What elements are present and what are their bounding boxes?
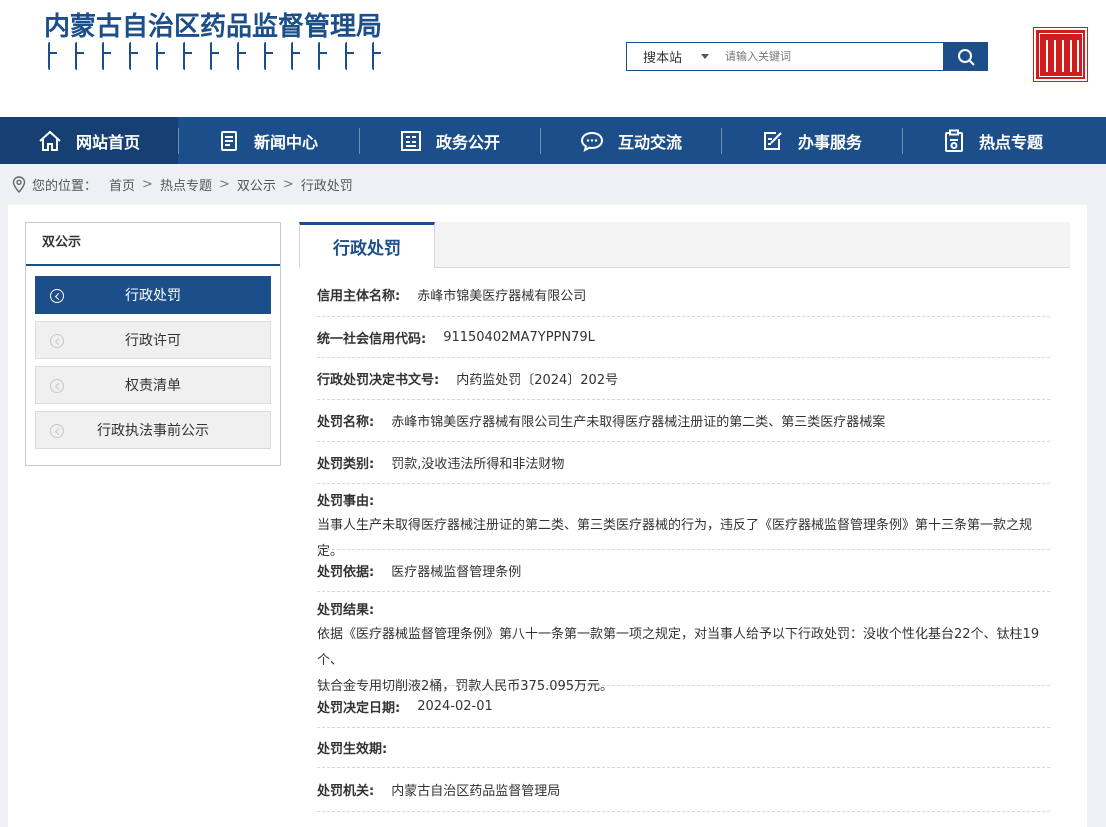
seal-logo <box>1033 27 1088 82</box>
breadcrumb-item-double-publicity[interactable]: 双公示 <box>237 175 276 194</box>
field-value: 赤峰市锦美医疗器械有限公司 <box>417 288 587 304</box>
field-penalty-reason: 处罚事由: 当事人生产未取得医疗器械注册证的第二类、第三类医疗器械的行为，违反了… <box>317 484 1050 559</box>
field-value: 内蒙古自治区药品监督管理局 <box>391 784 561 799</box>
news-icon <box>220 130 240 152</box>
nav-label: 互动交流 <box>617 132 682 152</box>
field-label: 处罚生效期: <box>317 742 388 757</box>
field-label: 处罚依据: <box>317 565 375 580</box>
edit-icon <box>762 130 784 152</box>
penalty-details: 信用主体名称: 赤峰市锦美医疗器械有限公司 统一社会信用代码: 91150402… <box>299 268 1070 812</box>
main-nav: 网站首页 新闻中心 政务公开 互动交流 办事服务 热点专题 <box>0 117 1106 164</box>
field-label: 处罚决定日期: <box>317 701 401 716</box>
field-label: 处罚结果: <box>317 603 375 618</box>
breadcrumb-separator: > <box>218 176 230 192</box>
field-label: 行政处罚决定书文号: <box>317 373 440 388</box>
field-credit-code: 统一社会信用代码: 91150402MA7YPPN79L <box>317 317 1050 358</box>
field-label: 处罚事由: <box>317 494 375 509</box>
nav-label: 办事服务 <box>797 132 862 152</box>
field-effective-date: 处罚生效期: <box>317 728 1050 768</box>
sidebar-item-label: 行政许可 <box>125 333 181 349</box>
breadcrumb: 您的位置： 首页 > 热点专题 > 双公示 > 行政处罚 <box>12 173 353 195</box>
nav-item-home[interactable]: 网站首页 <box>0 117 178 164</box>
sidebar: 双公示 行政处罚 行政许可 权责清单 行政执法事前公示 <box>25 222 281 466</box>
location-pin-icon <box>12 175 26 193</box>
field-penalty-basis: 处罚依据: 医疗器械监督管理条例 <box>317 550 1050 592</box>
breadcrumb-item-current[interactable]: 行政处罚 <box>301 175 353 194</box>
field-value: 罚款,没收违法所得和非法财物 <box>391 457 565 472</box>
field-authority: 处罚机关: 内蒙古自治区药品监督管理局 <box>317 768 1050 812</box>
nav-label: 新闻中心 <box>253 132 318 152</box>
search-icon <box>957 48 974 65</box>
nav-item-interaction[interactable]: 互动交流 <box>541 117 721 164</box>
sidebar-item-power-list[interactable]: 权责清单 <box>35 366 271 404</box>
field-penalty-result: 处罚结果: 依据《医疗器械监督管理条例》第八十一条第一款第一项之规定，对当事人给… <box>317 592 1050 694</box>
site-title[interactable]: 内蒙古自治区药品监督管理局 <box>44 6 382 43</box>
site-header: 内蒙古自治区药品监督管理局 搜本站 <box>0 0 1106 117</box>
field-label: 统一社会信用代码: <box>317 331 427 347</box>
field-value: 2024-02-01 <box>417 699 493 714</box>
chevron-down-icon <box>701 54 709 59</box>
search-scope-label: 搜本站 <box>643 51 683 66</box>
sidebar-item-administrative-penalty[interactable]: 行政处罚 <box>35 276 271 314</box>
search-button[interactable] <box>943 42 988 71</box>
field-penalty-name: 处罚名称: 赤峰市锦美医疗器械有限公司生产未取得医疗器械注册证的第二类、第三类医… <box>317 400 1050 442</box>
content-area: 行政处罚 信用主体名称: 赤峰市锦美医疗器械有限公司 统一社会信用代码: 911… <box>299 222 1070 812</box>
nav-label: 热点专题 <box>978 132 1043 152</box>
main-panel: 双公示 行政处罚 行政许可 权责清单 行政执法事前公示 行政处罚 信用主体名称:… <box>8 205 1087 827</box>
field-label: 处罚类别: <box>317 457 375 472</box>
field-penalty-type: 处罚类别: 罚款,没收违法所得和非法财物 <box>317 442 1050 484</box>
nav-item-government-affairs[interactable]: 政务公开 <box>360 117 540 164</box>
home-icon <box>38 130 62 152</box>
breadcrumb-item-home[interactable]: 首页 <box>109 175 135 194</box>
chevron-left-circle-icon <box>50 289 64 303</box>
field-value: 医疗器械监督管理条例 <box>391 565 522 580</box>
chevron-left-circle-icon <box>50 379 64 393</box>
field-value-line1: 依据《医疗器械监督管理条例》第八十一条第一款第一项之规定，对当事人给予以下行政处… <box>317 627 1040 668</box>
field-label: 处罚名称: <box>317 415 375 430</box>
sidebar-item-administrative-license[interactable]: 行政许可 <box>35 321 271 359</box>
breadcrumb-prefix: 您的位置： <box>32 178 98 194</box>
nav-label: 政务公开 <box>435 132 500 152</box>
sidebar-item-enforcement-prior-notice[interactable]: 行政执法事前公示 <box>35 411 271 449</box>
nav-item-hot-topics[interactable]: 热点专题 <box>903 117 1083 164</box>
field-value: 91150402MA7YPPN79L <box>443 329 595 345</box>
breadcrumb-separator: > <box>282 176 294 192</box>
sidebar-item-label: 行政执法事前公示 <box>97 423 209 439</box>
search-scope-dropdown[interactable]: 搜本站 <box>627 43 719 70</box>
tab-bar: 行政处罚 <box>299 222 1070 268</box>
nav-item-news[interactable]: 新闻中心 <box>179 117 359 164</box>
field-credit-subject: 信用主体名称: 赤峰市锦美医疗器械有限公司 <box>317 268 1050 317</box>
field-value: 赤峰市锦美医疗器械有限公司生产未取得医疗器械注册证的第二类、第三类医疗器械案 <box>391 415 886 430</box>
sidebar-title: 双公示 <box>26 223 280 266</box>
chevron-left-circle-icon <box>50 424 64 438</box>
field-value: 内药监处罚〔2024〕202号 <box>456 373 619 388</box>
nav-label: 网站首页 <box>75 132 140 152</box>
chat-icon <box>580 130 604 152</box>
breadcrumb-separator: > <box>142 176 153 192</box>
breadcrumb-item-hot-topics[interactable]: 热点专题 <box>160 175 212 194</box>
building-icon <box>400 130 422 152</box>
nav-item-services[interactable]: 办事服务 <box>722 117 902 164</box>
clipboard-icon <box>943 129 965 153</box>
search-input[interactable] <box>719 43 943 70</box>
tab-administrative-penalty[interactable]: 行政处罚 <box>299 222 435 268</box>
search-box: 搜本站 <box>626 42 988 71</box>
field-label: 处罚机关: <box>317 784 375 799</box>
sidebar-item-label: 权责清单 <box>125 378 181 394</box>
field-label: 信用主体名称: <box>317 288 401 304</box>
field-decision-number: 行政处罚决定书文号: 内药监处罚〔2024〕202号 <box>317 358 1050 400</box>
mongolian-script-title <box>48 42 381 78</box>
chevron-left-circle-icon <box>50 334 64 348</box>
sidebar-item-label: 行政处罚 <box>125 288 181 304</box>
